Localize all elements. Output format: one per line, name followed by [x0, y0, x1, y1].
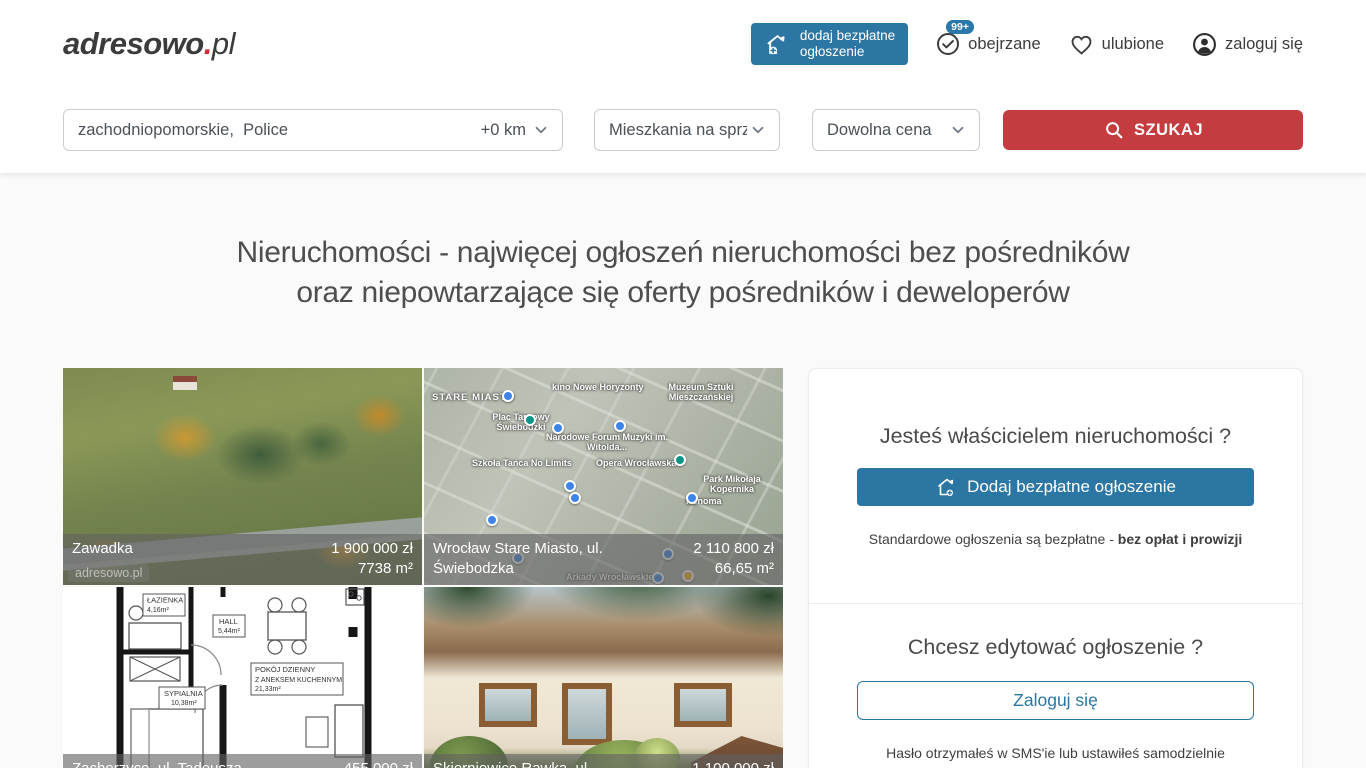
listing-card[interactable]: STARE MIASTO Plac Targowy Świebodzki kin… — [424, 368, 783, 585]
listing-price: 455 000 zł — [344, 759, 413, 768]
map-pin-icon — [502, 390, 514, 402]
viewed-label: obejrzane — [968, 35, 1040, 54]
owner-card: Jesteś właścicielem nieruchomości ? Doda… — [808, 368, 1303, 768]
logo-text-main: adresowo — [63, 26, 204, 61]
map-pin-icon — [686, 492, 698, 504]
map-pin-icon — [486, 514, 498, 526]
edit-note: Hasło otrzymałeś w SMS'ie lub ustawiłeś … — [857, 745, 1254, 761]
owner-heading: Jesteś właścicielem nieruchomości ? — [857, 424, 1254, 449]
favorites-link[interactable]: ulubione — [1069, 32, 1164, 57]
watermark: adresowo.pl — [68, 564, 149, 582]
listing-location: Wrocław Stare Miasto, ul. Świebodzka — [433, 539, 617, 579]
listing-area: 7738 m² — [331, 559, 413, 579]
svg-text:SYPIALNIA: SYPIALNIA — [164, 689, 203, 698]
logo-text-suffix: pl — [212, 26, 235, 61]
svg-text:4,16m²: 4,16m² — [147, 607, 169, 614]
add-listing-label: dodaj bezpłatne ogłoszenie — [800, 28, 895, 60]
login-label: zaloguj się — [1225, 35, 1303, 54]
listing-price: 1 900 000 zł — [331, 539, 413, 559]
listing-card[interactable]: ŁAZIENKA 4,16m² HALL 5,44m² POKÓJ DZIENN… — [63, 587, 422, 768]
house-plus-icon — [764, 31, 791, 58]
listing-card[interactable]: Skierniewice Rawka, ul. 1 100 000 zł — [424, 587, 783, 768]
listing-price: 2 110 800 zł — [693, 539, 774, 559]
svg-text:POKÓJ DZIENNY: POKÓJ DZIENNY — [255, 665, 315, 674]
add-listing-button[interactable]: dodaj bezpłatne ogłoszenie — [751, 23, 908, 65]
edit-heading: Chcesz edytować ogłoszenie ? — [857, 635, 1254, 660]
category-select[interactable]: Mieszkania na sprzedaż — [594, 109, 780, 151]
listing-card[interactable]: Zawadka 1 900 000 zł 7738 m² adresowo.pl — [63, 368, 422, 585]
chevron-down-icon — [749, 121, 767, 139]
listing-caption: Zachorzyce, ul. Tadeusza 455 000 zł — [63, 754, 422, 768]
map-pin-icon — [569, 492, 581, 504]
svg-text:21,33m²: 21,33m² — [255, 686, 281, 693]
location-search-field[interactable]: +0 km — [63, 109, 563, 151]
header: adresowo.pl dodaj bezpłatne ogłoszenie — [0, 0, 1366, 173]
logo-dot: . — [204, 26, 212, 61]
map-pin-icon — [524, 414, 536, 426]
radius-select[interactable]: +0 km — [481, 121, 550, 140]
favorites-label: ulubione — [1102, 35, 1164, 54]
price-select[interactable]: Dowolna cena — [812, 109, 980, 151]
login-button[interactable]: Zaloguj się — [857, 681, 1254, 720]
svg-text:5,44m²: 5,44m² — [218, 628, 240, 635]
chevron-down-icon — [949, 121, 967, 139]
house-plus-icon — [935, 475, 959, 499]
listing-area: 66,65 m² — [693, 559, 774, 579]
listing-price: 1 100 000 zł — [692, 759, 774, 768]
owner-note: Standardowe ogłoszenia są bezpłatne - be… — [857, 531, 1254, 547]
search-icon — [1103, 119, 1125, 141]
viewed-link[interactable]: 99+ obejrzane — [936, 32, 1040, 56]
listing-house-image — [424, 587, 783, 768]
svg-text:10,38m²: 10,38m² — [171, 700, 197, 707]
login-link[interactable]: zaloguj się — [1192, 32, 1303, 57]
check-circle-icon — [936, 32, 960, 56]
listing-location: Zachorzyce, ul. Tadeusza — [72, 759, 242, 768]
sidebar-add-listing-button[interactable]: Dodaj bezpłatne ogłoszenie — [857, 468, 1254, 506]
viewed-count-badge: 99+ — [946, 20, 974, 34]
listings-grid: Zawadka 1 900 000 zł 7738 m² adresowo.pl… — [63, 368, 783, 768]
svg-text:ŁAZIENKA: ŁAZIENKA — [147, 596, 183, 605]
listing-location: Skierniewice Rawka, ul. — [433, 759, 591, 768]
listing-caption: Skierniewice Rawka, ul. 1 100 000 zł — [424, 754, 783, 768]
listing-floorplan-image: ŁAZIENKA 4,16m² HALL 5,44m² POKÓJ DZIENN… — [63, 587, 422, 768]
svg-text:Z ANEKSEM KUCHENNYM: Z ANEKSEM KUCHENNYM — [255, 677, 342, 684]
page-title: Nieruchomości - najwięcej ogłoszeń nieru… — [63, 233, 1303, 313]
search-button[interactable]: SZUKAJ — [1003, 110, 1303, 150]
search-bar: +0 km Mieszkania na sprzedaż Dowolna cen… — [63, 88, 1303, 173]
listing-caption: Wrocław Stare Miasto, ul. Świebodzka 2 1… — [424, 534, 783, 585]
map-pin-icon — [564, 480, 576, 492]
map-pin-icon — [552, 422, 564, 434]
user-circle-icon — [1192, 32, 1217, 57]
heart-icon — [1069, 32, 1094, 57]
site-logo[interactable]: adresowo.pl — [63, 26, 235, 62]
svg-text:HALL: HALL — [219, 617, 238, 626]
sidebar: Jesteś właścicielem nieruchomości ? Doda… — [808, 368, 1303, 768]
map-pin-icon — [674, 454, 686, 466]
chevron-down-icon — [532, 121, 550, 139]
map-pin-icon — [614, 420, 626, 432]
location-search-input[interactable] — [78, 121, 481, 140]
